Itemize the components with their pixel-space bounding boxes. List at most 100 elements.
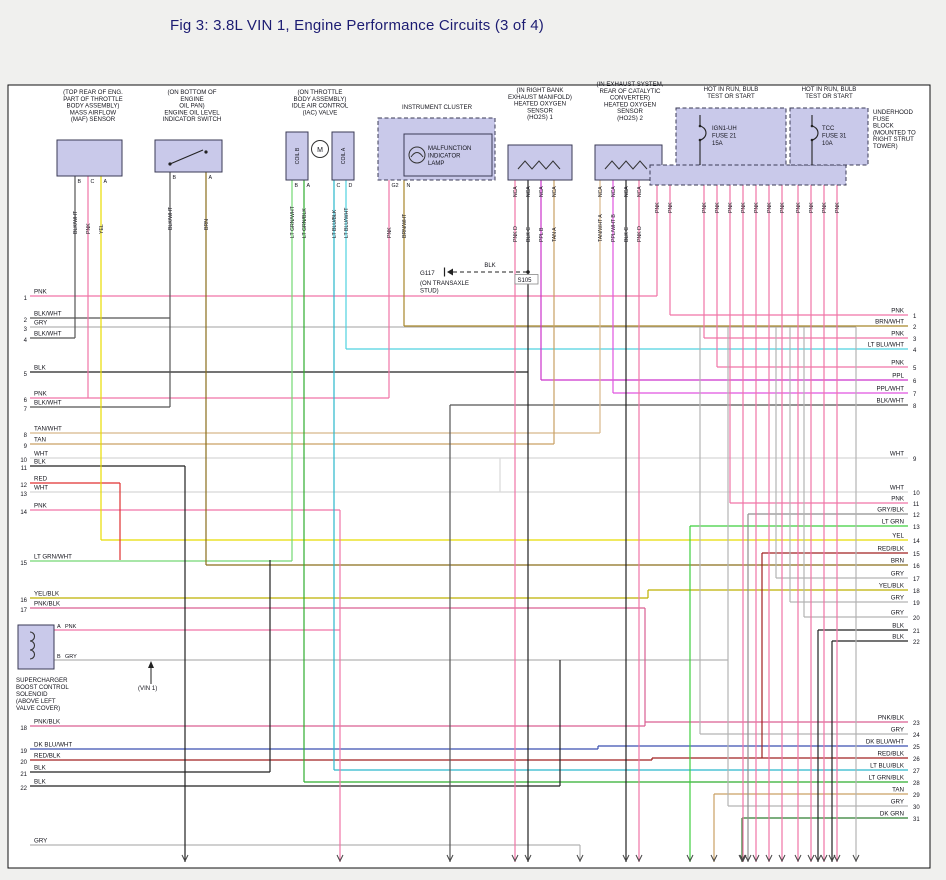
wire-color-label: YEL: [99, 224, 105, 234]
fuse-terminal: [811, 125, 814, 128]
boost-control-solenoid-caption: BOOST CONTROL: [16, 684, 69, 691]
circuit-number: 11: [913, 502, 920, 508]
wire-label: PNK/BLK: [34, 719, 61, 726]
underhood-fuse-block-note-text: TOWER): [873, 143, 898, 150]
circuit-number: 26: [913, 757, 920, 763]
pin-label: A: [104, 179, 108, 185]
ho2s-1-caption: (HO2S) 1: [527, 114, 553, 121]
wire-label: PNK/BLK: [34, 601, 61, 608]
wire-label: WHT: [34, 451, 48, 458]
nca-label: NCA: [526, 186, 532, 197]
circuit-number: 10: [20, 458, 27, 464]
wire-color-label: TAN/WHT A: [598, 214, 604, 242]
wire-label: PNK: [891, 308, 905, 315]
coil-a-label: COIL A: [341, 147, 347, 164]
circuit-number: 19: [20, 749, 27, 755]
circuit-number: 13: [20, 492, 27, 498]
wire-color-label: PNK: [387, 227, 393, 238]
circuit-number: 14: [20, 510, 27, 516]
wire-label: BLK/WHT: [876, 398, 904, 405]
wire-color-label: PPL/WHT B: [611, 214, 617, 242]
wire-label: RED/BLK: [878, 751, 905, 758]
wire-color-label: PNK: [767, 202, 773, 213]
wire-label: TAN: [34, 437, 46, 444]
instrument-cluster-caption: INSTRUMENT CLUSTER: [402, 104, 473, 111]
circuit-number: 18: [913, 589, 920, 595]
wire-label: BRN: [891, 558, 904, 565]
circuit-number: 10: [913, 491, 920, 497]
boost-control-solenoid-box: [18, 625, 54, 669]
wire-label: DK GRN: [880, 811, 904, 818]
circuit-number: 23: [913, 721, 920, 727]
wire-color-label: LT GRN/WHT: [290, 205, 296, 238]
nca-label: NCA: [552, 186, 558, 197]
splice-dot: [526, 270, 530, 274]
circuit-number: 24: [913, 733, 920, 739]
wire-color-label: BLK C: [526, 227, 532, 242]
pin-label: B: [295, 183, 299, 189]
wire-color-label: BLK: [484, 263, 495, 269]
circuit-number: 12: [913, 513, 920, 519]
boost-control-solenoid-caption: SUPERCHARGER: [16, 677, 68, 684]
wire-label: GRY: [891, 727, 904, 734]
wire-label: YEL: [892, 533, 904, 540]
wire-color-label: LT GRN/BLK: [302, 208, 308, 238]
wire-label: BLK: [892, 623, 905, 630]
fuse-tcc-label: 10A: [822, 141, 833, 147]
circuit-number: 15: [20, 561, 27, 567]
nca-label: NCA: [637, 186, 643, 197]
wire-label: PNK/BLK: [878, 715, 905, 722]
wire-label: GRY: [891, 595, 904, 602]
wire-label: PPL: [892, 373, 904, 380]
vin1-note-text: (VIN 1): [138, 685, 157, 692]
mil-label: LAMP: [428, 161, 444, 167]
wire-label: PNK: [34, 391, 48, 398]
circuit-number: 21: [913, 629, 920, 635]
wire-label: PNK: [891, 360, 905, 367]
pin-label: A: [209, 175, 213, 181]
page: Fig 3: 3.8L VIN 1, Engine Performance Ci…: [0, 0, 946, 880]
wire-label: PPL/WHT: [876, 386, 904, 393]
fuse-ign1-uh-label: FUSE 21: [712, 134, 737, 140]
wire-color-label: PPL B: [539, 227, 545, 242]
circuit-number: 28: [913, 781, 920, 787]
ground-note: (ON TRANSAXLE: [420, 280, 469, 287]
wire-label: BLK: [892, 634, 905, 641]
circuit-number: 19: [913, 601, 920, 607]
wire-color-label: GRY: [65, 654, 77, 660]
wire-color-label: PNK: [809, 202, 815, 213]
wire-color-label: PNK: [835, 202, 841, 213]
wire-label: DK BLU/WHT: [34, 742, 72, 749]
nca-label: NCA: [598, 186, 604, 197]
boost-control-solenoid-caption: (ABOVE LEFT: [16, 698, 56, 705]
switch-contact: [204, 150, 207, 153]
pin-label: B: [173, 175, 177, 181]
maf-sensor-box: [57, 140, 122, 176]
wire-label: GRY: [891, 610, 904, 617]
wire-color-label: PNK: [780, 202, 786, 213]
wire-label: BLK: [34, 459, 47, 466]
wire-label: RED/BLK: [34, 753, 61, 760]
circuit-number: 13: [913, 525, 920, 531]
circuit-number: 14: [913, 539, 920, 545]
maf-sensor-caption: (MAF) SENSOR: [71, 116, 116, 123]
wire-color-label: PNK: [65, 624, 77, 630]
circuit-number: 18: [20, 726, 27, 732]
wire-color-label: PNK: [655, 202, 661, 213]
circuit-number: 25: [913, 745, 920, 751]
wire-label: BLK/WHT: [34, 331, 62, 338]
circuit-number: 21: [20, 772, 27, 778]
fuse-block-connector-strip: [650, 165, 846, 185]
boost-control-solenoid-caption: VALVE COVER): [16, 705, 60, 712]
wire-color-label: BRN/WHT: [402, 213, 408, 238]
ground-label: G117: [420, 270, 435, 277]
circuit-number: 20: [913, 616, 920, 622]
wire-label: PNK: [891, 496, 905, 503]
figure-title: Fig 3: 3.8L VIN 1, Engine Performance Ci…: [170, 17, 544, 34]
wire-label: PNK: [34, 289, 48, 296]
circuit-number: 31: [913, 817, 920, 823]
wire-label: LT GRN/BLK: [868, 775, 904, 782]
wire-label: BLK/WHT: [34, 311, 62, 318]
circuit-number: 16: [913, 564, 920, 570]
wire-label: TAN: [892, 787, 904, 794]
